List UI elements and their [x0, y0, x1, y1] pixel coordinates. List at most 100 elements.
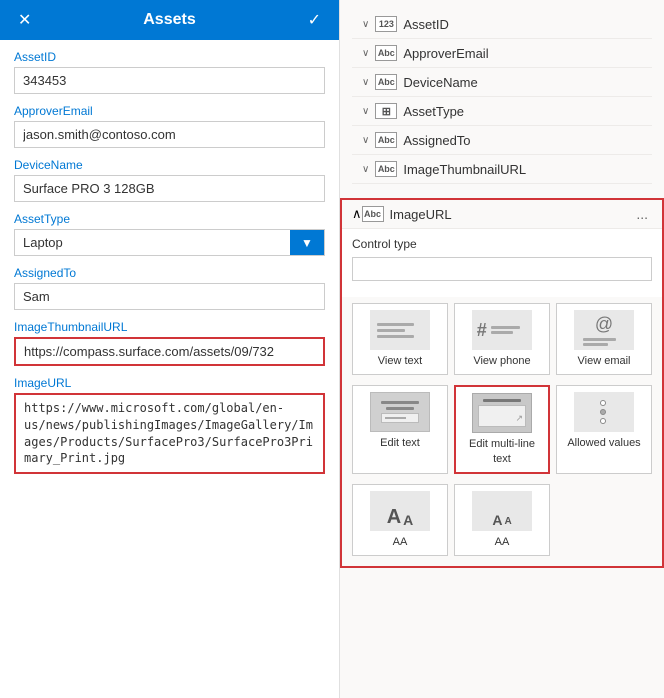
- aa-small-label: AA: [495, 535, 510, 549]
- control-view-phone[interactable]: # View phone: [454, 303, 550, 375]
- imageurl-group: ImageURL: [14, 376, 325, 477]
- aa-small-sub-icon: A: [403, 513, 413, 527]
- edit-multiline-icon-area: ↗: [472, 393, 532, 433]
- view-text-icon: [372, 314, 428, 346]
- list-item-assetid[interactable]: ∨ 123 AssetID: [352, 10, 652, 39]
- control-view-email[interactable]: @ View email: [556, 303, 652, 375]
- type-badge-approveremail: Abc: [375, 45, 397, 61]
- control-grid-row3: A A AA A A AA: [342, 484, 662, 566]
- assettype-label: AssetType: [14, 212, 325, 226]
- allowed-dot-icon: [600, 400, 606, 406]
- imageurl-expanded-header: ∧ Abc ImageURL ...: [342, 200, 662, 229]
- type-badge-assignedto: Abc: [375, 132, 397, 148]
- view-text-icon-area: [370, 310, 430, 350]
- imagethumbnailurl-label: ImageThumbnailURL: [14, 320, 325, 334]
- control-aa-large[interactable]: A A AA: [352, 484, 448, 556]
- control-grid-row2: Edit text ↗ Edit multi-line text: [342, 385, 662, 484]
- view-phone-label: View phone: [473, 354, 530, 368]
- assettype-group: AssetType Laptop ▼: [14, 212, 325, 256]
- view-email-icon-area: @: [574, 310, 634, 350]
- left-header: ✕ Assets ✓: [0, 0, 339, 40]
- chevron-icon: ∨: [362, 48, 369, 59]
- left-body: AssetID ApproverEmail DeviceName AssetTy…: [0, 40, 339, 698]
- imagethumbnailurl-group: ImageThumbnailURL: [14, 320, 325, 366]
- chevron-icon: ∨: [362, 77, 369, 88]
- imagethumbnailurl-input[interactable]: [14, 337, 325, 366]
- assignedto-label: AssignedTo: [14, 266, 325, 280]
- allowed-dot-icon: [600, 409, 606, 415]
- view-email-label: View email: [578, 354, 631, 368]
- aa-large-icon-area: A A: [370, 491, 430, 531]
- list-item-assettype[interactable]: ∨ ⊞ AssetType: [352, 97, 652, 126]
- field-name-devicename: DeviceName: [403, 75, 477, 90]
- control-allowed-values[interactable]: Allowed values: [556, 385, 652, 474]
- approveremail-input[interactable]: [14, 121, 325, 148]
- edit-text-icon-area: [370, 392, 430, 432]
- devicename-input[interactable]: [14, 175, 325, 202]
- type-badge-imagethumbnailurl: Abc: [375, 161, 397, 177]
- assetid-input[interactable]: [14, 67, 325, 94]
- approveremail-label: ApproverEmail: [14, 104, 325, 118]
- field-name-assignedto: AssignedTo: [403, 133, 470, 148]
- allowed-row-2: [600, 409, 609, 415]
- type-badge-devicename: Abc: [375, 74, 397, 90]
- confirm-button[interactable]: ✓: [302, 8, 327, 32]
- list-item-approveremail[interactable]: ∨ Abc ApproverEmail: [352, 39, 652, 68]
- field-name-approveremail: ApproverEmail: [403, 46, 488, 61]
- aa-large-icon: A: [387, 507, 401, 527]
- allowed-row-1: [600, 400, 609, 406]
- field-list: ∨ 123 AssetID ∨ Abc ApproverEmail ∨ Abc …: [340, 0, 664, 194]
- imageurl-field-name: ImageURL: [390, 207, 633, 222]
- imageurl-expanded-section: ∧ Abc ImageURL ... Control type View tex: [340, 198, 664, 568]
- chevron-icon: ∨: [362, 19, 369, 30]
- aa-small-icon-area: A A: [472, 491, 532, 531]
- allowed-values-label: Allowed values: [567, 436, 640, 450]
- at-icon: @: [595, 314, 613, 335]
- left-panel: ✕ Assets ✓ AssetID ApproverEmail DeviceN…: [0, 0, 340, 698]
- control-edit-text[interactable]: Edit text: [352, 385, 448, 474]
- devicename-label: DeviceName: [14, 158, 325, 172]
- control-type-label: Control type: [352, 237, 652, 251]
- chevron-icon: ∨: [362, 164, 369, 175]
- control-edit-multiline[interactable]: ↗ Edit multi-line text: [454, 385, 550, 474]
- control-type-section: Control type: [342, 229, 662, 297]
- edit-text-label: Edit text: [380, 436, 420, 450]
- type-badge-assetid: 123: [375, 16, 397, 32]
- aa-smaller-sub-icon: A: [504, 517, 511, 527]
- allowed-row-3: [600, 418, 609, 424]
- field-name-assettype: AssetType: [403, 104, 464, 119]
- control-grid: View text # View phone @: [342, 297, 662, 385]
- list-item-assignedto[interactable]: ∨ Abc AssignedTo: [352, 126, 652, 155]
- aa-small-icon: A: [492, 513, 502, 527]
- chevron-icon: ∨: [362, 106, 369, 117]
- assetid-label: AssetID: [14, 50, 325, 64]
- edit-multiline-label: Edit multi-line text: [460, 437, 544, 466]
- field-name-assetid: AssetID: [403, 17, 449, 32]
- control-aa-small[interactable]: A A AA: [454, 484, 550, 556]
- chevron-up-icon: ∧: [352, 206, 362, 222]
- assettype-select[interactable]: Laptop: [15, 230, 324, 255]
- control-type-input[interactable]: [352, 257, 652, 281]
- assettype-select-wrapper: Laptop ▼: [14, 229, 325, 256]
- chevron-icon: ∨: [362, 135, 369, 146]
- devicename-group: DeviceName: [14, 158, 325, 202]
- approveremail-group: ApproverEmail: [14, 104, 325, 148]
- view-phone-icon-area: #: [472, 310, 532, 350]
- assignedto-group: AssignedTo: [14, 266, 325, 310]
- allowed-values-icon-area: [574, 392, 634, 432]
- empty-grid-cell: [556, 484, 652, 556]
- allowed-dot-icon: [600, 418, 606, 424]
- assignedto-input[interactable]: [14, 283, 325, 310]
- list-item-imagethumbnailurl[interactable]: ∨ Abc ImageThumbnailURL: [352, 155, 652, 184]
- close-button[interactable]: ✕: [12, 8, 37, 32]
- type-badge-imageurl: Abc: [362, 206, 384, 222]
- list-item-devicename[interactable]: ∨ Abc DeviceName: [352, 68, 652, 97]
- field-name-imagethumbnailurl: ImageThumbnailURL: [403, 162, 526, 177]
- imageurl-label: ImageURL: [14, 376, 325, 390]
- dots-menu-button[interactable]: ...: [632, 206, 652, 222]
- hash-icon: #: [477, 320, 487, 341]
- control-view-text[interactable]: View text: [352, 303, 448, 375]
- assetid-group: AssetID: [14, 50, 325, 94]
- imageurl-textarea[interactable]: [14, 393, 325, 474]
- view-text-label: View text: [378, 354, 422, 368]
